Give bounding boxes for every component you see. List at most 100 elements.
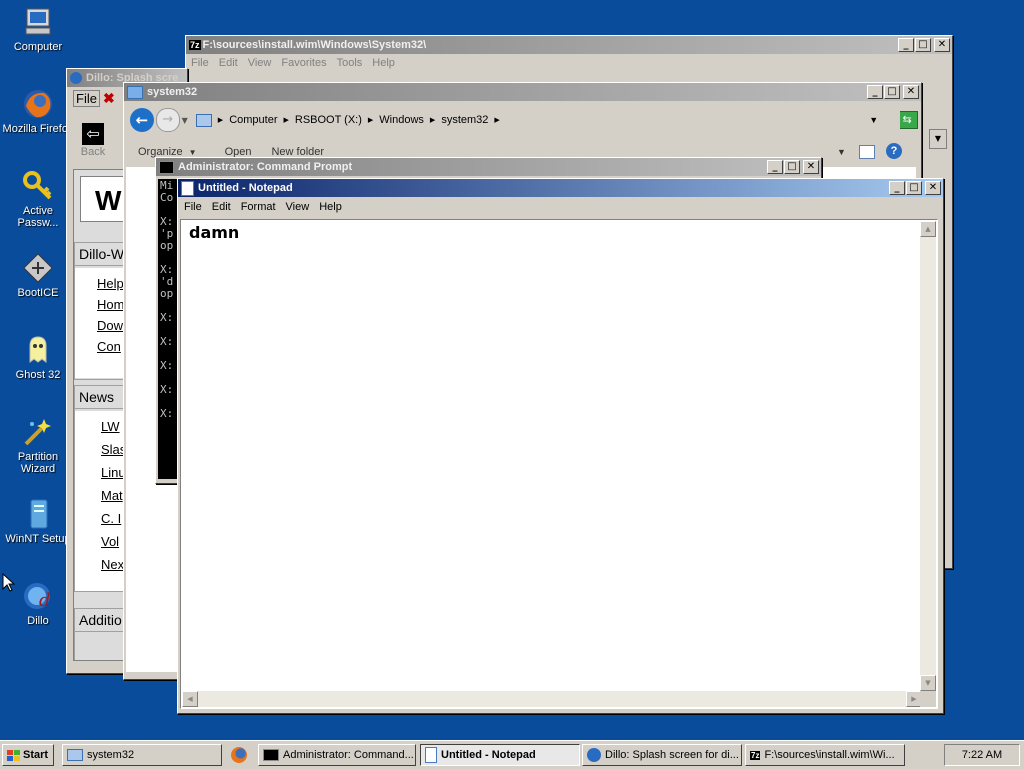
link-home[interactable]: Hom	[97, 297, 124, 312]
dillo-icon	[70, 72, 82, 84]
link-download[interactable]: Dow	[97, 318, 123, 333]
desktop-icon-firefox[interactable]: Mozilla Firefox	[0, 88, 76, 135]
page-heading: W	[95, 185, 122, 216]
folder-icon	[195, 113, 212, 127]
dillo-icon: d	[22, 580, 54, 612]
back-button[interactable]: ⇦ Back	[77, 123, 109, 158]
mouse-cursor	[2, 572, 16, 596]
desktop-icon-winnt-setup[interactable]: WinNT Setup	[0, 498, 76, 545]
quicklaunch-firefox-icon[interactable]	[231, 747, 247, 763]
desktop-icon-label: Ghost 32	[15, 369, 61, 381]
taskbar-button-dillo[interactable]: Dillo: Splash screen for di...	[582, 744, 742, 766]
cmd-icon	[159, 160, 174, 174]
maximize-button[interactable]: □	[884, 85, 900, 99]
taskbar-button-7zip[interactable]: 7z F:\sources\install.wim\Wi...	[745, 744, 905, 766]
taskbar-button-label: F:\sources\install.wim\Wi...	[764, 749, 895, 761]
titlebar[interactable]: Administrator: Command Prompt _ □ ✕	[156, 158, 821, 176]
desktop-icon-computer[interactable]: Computer	[0, 6, 76, 53]
desktop-icon-active-password[interactable]: Active Passw...	[0, 170, 76, 229]
desktop-icon-ghost[interactable]: Ghost 32	[0, 334, 76, 381]
7zip-icon: 7z	[750, 750, 761, 760]
start-button[interactable]: Start	[2, 744, 54, 766]
maximize-button[interactable]: □	[784, 160, 800, 174]
chevron-down-icon: ▼	[188, 147, 197, 157]
desktop-icon-label: Active Passw...	[17, 205, 59, 229]
desktop-icon-label: Dillo	[27, 615, 49, 627]
breadcrumb-rsboot[interactable]: RSBOOT (X:)	[295, 114, 362, 126]
menu-view[interactable]: View	[243, 57, 277, 69]
views-dropdown-icon[interactable]: ▼	[837, 147, 846, 157]
scroll-left-button[interactable]: ◀	[182, 691, 198, 707]
address-bar[interactable]: ▶ Computer ▶ RSBOOT (X:) ▶ Windows ▶ sys…	[193, 109, 901, 131]
menu-edit[interactable]: Edit	[207, 201, 236, 213]
news-link[interactable]: C. I	[101, 511, 121, 526]
breadcrumb-system32[interactable]: system32	[441, 114, 488, 126]
text-editor[interactable]: damn ▲ ▼ ◀ ▶	[180, 219, 938, 709]
breadcrumb-separator-icon: ▶	[367, 117, 374, 124]
menu-file[interactable]: File	[178, 201, 207, 213]
taskbar-button-notepad[interactable]: Untitled - Notepad	[420, 744, 580, 766]
history-dropdown-icon[interactable]: ▼	[182, 116, 188, 125]
menu-file[interactable]: File	[186, 57, 214, 69]
maximize-button[interactable]: □	[906, 181, 922, 195]
titlebar[interactable]: system32 _ □ ✕	[124, 83, 921, 101]
minimize-button[interactable]: _	[889, 181, 905, 195]
news-link[interactable]: Mat	[101, 488, 123, 503]
breadcrumb-separator-icon: ▶	[429, 117, 436, 124]
horizontal-scrollbar[interactable]: ◀ ▶	[182, 691, 922, 707]
menu-favorites[interactable]: Favorites	[276, 57, 331, 69]
back-arrow-icon[interactable]: ←	[130, 108, 154, 132]
breadcrumb-separator-icon: ▶	[217, 117, 224, 124]
bootice-icon	[22, 252, 54, 284]
vertical-scrollbar[interactable]: ▲ ▼	[920, 221, 936, 691]
menu-file[interactable]: File	[73, 89, 100, 107]
address-dropdown-button[interactable]: ▼	[929, 129, 947, 149]
window-notepad[interactable]: Untitled - Notepad _ □ ✕ File Edit Forma…	[177, 178, 944, 714]
scroll-down-button[interactable]: ▼	[920, 675, 936, 691]
close-button[interactable]: ✕	[925, 181, 941, 195]
titlebar[interactable]: Untitled - Notepad _ □ ✕	[178, 179, 943, 197]
computer-icon	[22, 6, 54, 38]
desktop-icon-label: WinNT Setup	[5, 533, 71, 545]
folder-icon	[127, 85, 143, 99]
maximize-button[interactable]: □	[915, 38, 931, 52]
clock[interactable]: 7:22 AM	[962, 749, 1002, 761]
minimize-button[interactable]: _	[898, 38, 914, 52]
forward-arrow-icon[interactable]: →	[155, 108, 180, 132]
taskbar-button-label: system32	[87, 749, 135, 761]
close-button[interactable]: ✕	[934, 38, 950, 52]
preview-pane-icon[interactable]	[859, 145, 875, 159]
news-link[interactable]: Vol	[101, 534, 119, 549]
menu-help[interactable]: Help	[314, 201, 347, 213]
taskbar-button-cmd[interactable]: Administrator: Command...	[258, 744, 416, 766]
scroll-up-button[interactable]: ▲	[920, 221, 936, 237]
menu-view[interactable]: View	[281, 201, 315, 213]
breadcrumb-windows[interactable]: Windows	[379, 114, 424, 126]
menu-tools[interactable]: Tools	[332, 57, 368, 69]
stop-icon[interactable]: ✖	[100, 90, 118, 107]
address-dropdown-icon[interactable]: ▼	[869, 115, 878, 125]
news-link[interactable]: Linu	[101, 465, 126, 480]
desktop-icon-partition-wizard[interactable]: Partition Wizard	[0, 416, 76, 475]
help-icon[interactable]: ?	[886, 143, 902, 159]
menu-edit[interactable]: Edit	[214, 57, 243, 69]
firefox-icon	[22, 88, 54, 120]
link-help[interactable]: Help	[97, 276, 124, 291]
link-contact[interactable]: Con	[97, 339, 121, 354]
close-button[interactable]: ✕	[803, 160, 819, 174]
news-link[interactable]: LW	[101, 419, 120, 434]
close-button[interactable]: ✕	[903, 85, 919, 99]
taskbar-button-system32[interactable]: system32	[62, 744, 222, 766]
back-label: Back	[80, 146, 106, 158]
cmd-icon	[263, 749, 279, 761]
titlebar[interactable]: 7z F:\sources\install.wim\Windows\System…	[186, 36, 952, 54]
news-link[interactable]: Nex	[101, 557, 124, 572]
menu-format[interactable]: Format	[236, 201, 281, 213]
ghost-icon	[22, 334, 54, 366]
minimize-button[interactable]: _	[867, 85, 883, 99]
desktop-icon-label: Partition Wizard	[17, 451, 59, 475]
menu-help[interactable]: Help	[367, 57, 400, 69]
breadcrumb-computer[interactable]: Computer	[229, 114, 277, 126]
minimize-button[interactable]: _	[767, 160, 783, 174]
desktop-icon-bootice[interactable]: BootICE	[0, 252, 76, 299]
